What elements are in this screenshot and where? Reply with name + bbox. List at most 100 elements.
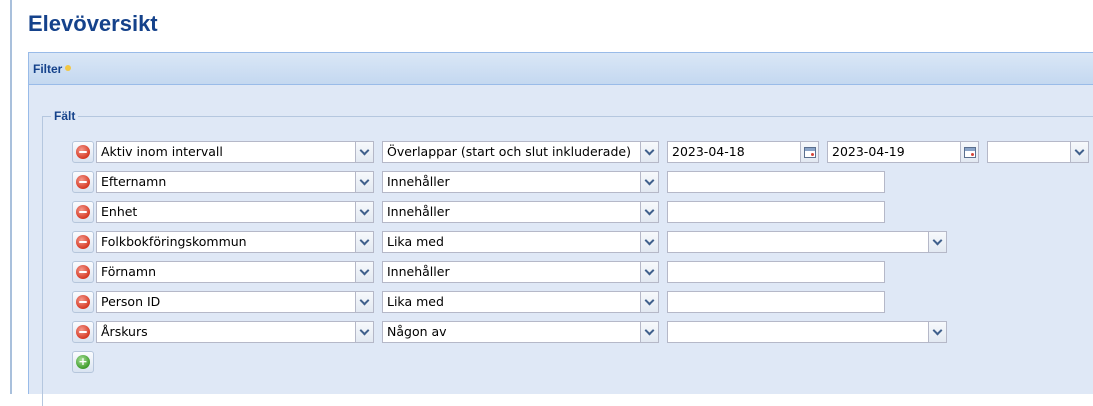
chevron-down-icon [644,145,655,155]
operator-select-value: Lika med [387,294,444,309]
panel-indicator-icon [65,64,72,71]
remove-circle-icon [76,325,90,339]
chevron-down-icon [644,205,655,215]
remove-row-button[interactable] [72,261,94,283]
chevron-down-icon [359,205,370,215]
field-select-value: Person ID [101,294,161,309]
field-select-value: Folkbokföringskommun [101,234,247,249]
chevron-down-icon [644,295,655,305]
operator-select[interactable]: Lika med [382,231,659,253]
chevron-down-icon [359,325,370,335]
operator-select-value: Innehåller [387,264,450,279]
chevron-down-icon [359,145,370,155]
remove-row-button[interactable] [72,171,94,193]
field-select-value: Efternamn [101,174,167,189]
chevron-down-icon [644,175,655,185]
add-row-button[interactable]: + [72,351,94,373]
operator-select-trigger[interactable] [640,292,658,312]
chevron-down-icon [644,265,655,275]
date-from-field[interactable]: 2023-04-18 [667,141,819,163]
add-circle-icon: + [76,355,90,369]
field-select[interactable]: Årskurs [96,321,374,343]
operator-select-value: Lika med [387,234,444,249]
page-left-border [10,0,12,394]
remove-row-button[interactable] [72,321,94,343]
extra-select[interactable] [987,141,1089,163]
operator-select-value: Någon av [387,324,447,339]
operator-select-trigger[interactable] [640,142,658,162]
field-select[interactable]: Efternamn [96,171,374,193]
value-input[interactable] [667,171,885,193]
calendar-icon [963,146,976,158]
remove-row-button[interactable] [72,141,94,163]
field-select-trigger[interactable] [355,322,373,342]
operator-select-value: Överlappar (start och slut inkluderade) [387,144,631,159]
field-select[interactable]: Person ID [96,291,374,313]
date-to-value: 2023-04-19 [832,144,905,159]
operator-select[interactable]: Innehåller [382,261,659,283]
filter-panel: Filter Fält Aktiv inom intervall Överlap… [28,52,1093,406]
fields-fieldset: Fält Aktiv inom intervall Överlappar (st… [42,109,1093,406]
operator-select-trigger[interactable] [640,172,658,192]
value-select-value [668,232,928,252]
value-input[interactable] [667,291,885,313]
field-select-value: Aktiv inom intervall [101,144,223,159]
chevron-down-icon [359,235,370,245]
extra-select-trigger[interactable] [1070,142,1088,162]
operator-select-trigger[interactable] [640,202,658,222]
field-select-trigger[interactable] [355,142,373,162]
filter-panel-header[interactable]: Filter [29,53,1093,85]
field-select-value: Förnamn [101,264,156,279]
operator-select-trigger[interactable] [640,232,658,252]
field-select-trigger[interactable] [355,232,373,252]
field-select[interactable]: Enhet [96,201,374,223]
remove-circle-icon [76,145,90,159]
chevron-down-icon [932,235,943,245]
remove-row-button[interactable] [72,231,94,253]
value-select-value [668,322,928,342]
operator-select-value: Innehåller [387,204,450,219]
chevron-down-icon [644,235,655,245]
operator-select[interactable]: Överlappar (start och slut inkluderade) [382,141,659,163]
date-to-field[interactable]: 2023-04-19 [827,141,979,163]
field-select-trigger[interactable] [355,292,373,312]
operator-select[interactable]: Innehåller [382,171,659,193]
value-select-trigger[interactable] [928,322,946,342]
value-input[interactable] [667,261,885,283]
operator-select-trigger[interactable] [640,262,658,282]
date-from-picker-trigger[interactable] [800,142,818,162]
remove-circle-icon [76,175,90,189]
field-select-value: Enhet [101,204,138,219]
remove-circle-icon [76,265,90,279]
remove-row-button[interactable] [72,291,94,313]
field-select-trigger[interactable] [355,172,373,192]
chevron-down-icon [359,175,370,185]
operator-select[interactable]: Innehåller [382,201,659,223]
value-select[interactable] [667,231,947,253]
date-to-picker-trigger[interactable] [960,142,978,162]
remove-circle-icon [76,295,90,309]
filter-panel-title: Filter [33,61,63,76]
value-input[interactable] [667,201,885,223]
field-select-trigger[interactable] [355,202,373,222]
field-select[interactable]: Aktiv inom intervall [96,141,374,163]
field-select[interactable]: Förnamn [96,261,374,283]
value-select-trigger[interactable] [928,232,946,252]
operator-select[interactable]: Lika med [382,291,659,313]
extra-select-value [988,142,1070,162]
chevron-down-icon [644,325,655,335]
value-select[interactable] [667,321,947,343]
field-select[interactable]: Folkbokföringskommun [96,231,374,253]
field-select-trigger[interactable] [355,262,373,282]
field-select-value: Årskurs [101,324,148,339]
operator-select-value: Innehåller [387,174,450,189]
calendar-icon [803,146,816,158]
operator-select[interactable]: Någon av [382,321,659,343]
date-from-value: 2023-04-18 [672,144,745,159]
chevron-down-icon [1074,145,1085,155]
operator-select-trigger[interactable] [640,322,658,342]
remove-row-button[interactable] [72,201,94,223]
chevron-down-icon [359,265,370,275]
remove-circle-icon [76,205,90,219]
page-title: Elevöversikt [28,11,158,36]
